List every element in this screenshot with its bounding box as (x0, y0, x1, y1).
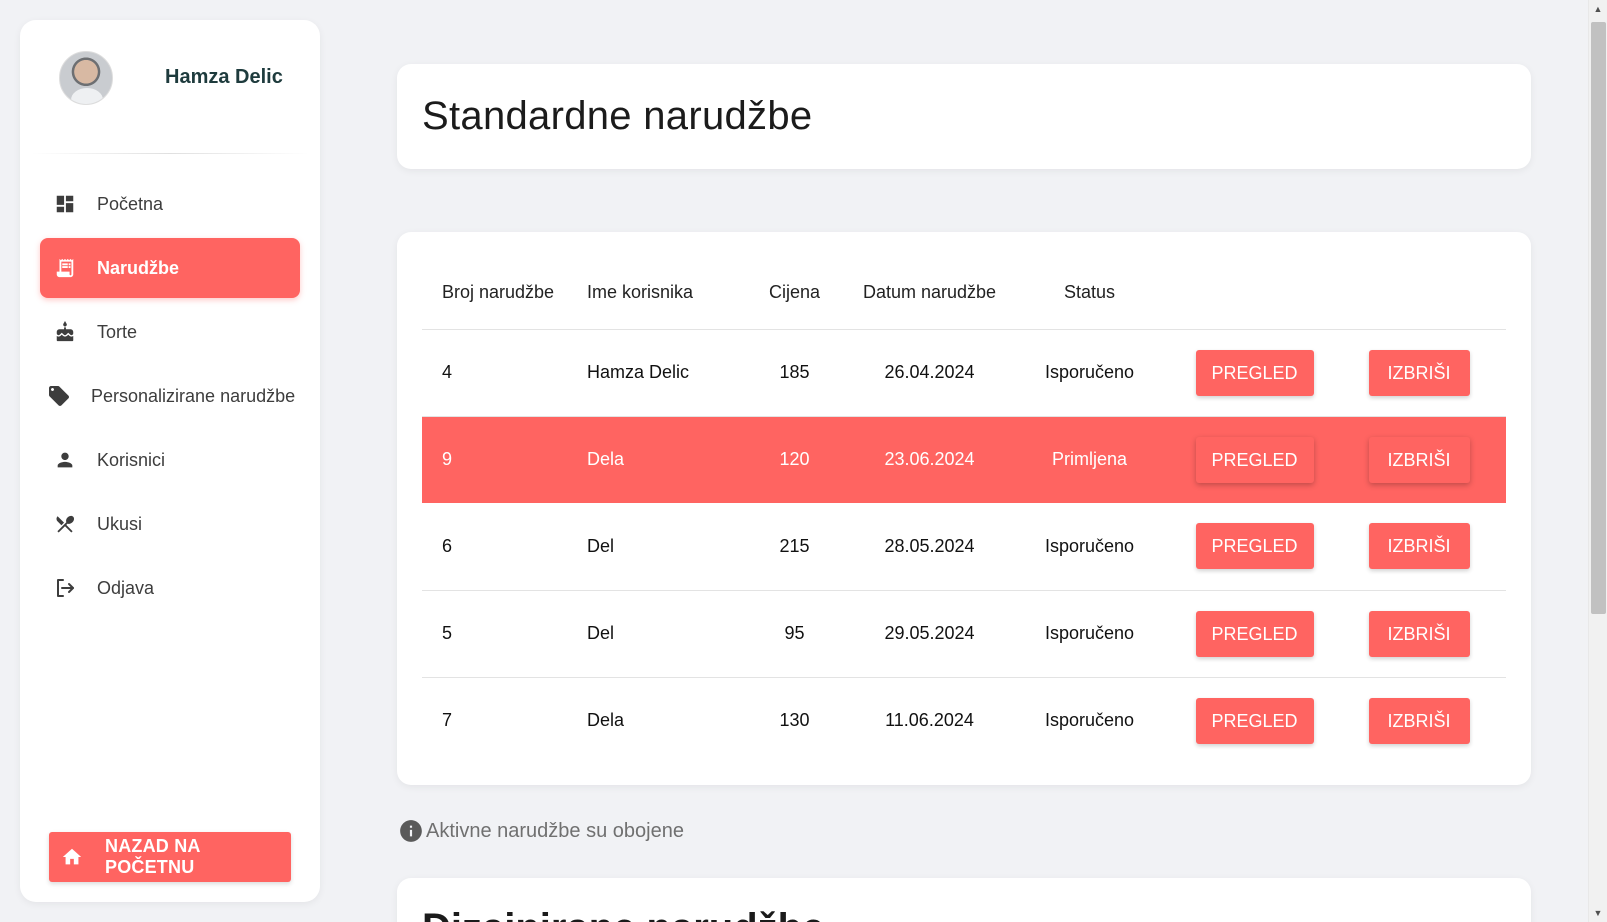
note-text: Aktivne narudžbe su obojene (426, 819, 684, 842)
avatar (59, 50, 113, 105)
order-date: 26.04.2024 (857, 329, 1002, 417)
sidebar-item-pocetna[interactable]: Početna (40, 174, 300, 234)
tag-icon (47, 384, 71, 408)
view-button[interactable]: PREGLED (1195, 523, 1314, 570)
customer-name: Del (587, 590, 732, 678)
sidebar-item-narudzbe[interactable]: Narudžbe (40, 238, 300, 298)
order-number: 9 (442, 449, 453, 470)
view-button[interactable]: PREGLED (1195, 349, 1314, 396)
order-number: 7 (442, 710, 453, 731)
sidebar-item-korisnici[interactable]: Korisnici (40, 430, 300, 490)
scroll-up-icon[interactable]: ▲ (1589, 0, 1607, 18)
order-status: Isporučeno (1044, 710, 1135, 731)
sidebar-item-label: Odjava (97, 577, 155, 598)
order-number: 5 (422, 590, 587, 678)
order-status: Isporučeno (1002, 329, 1177, 417)
order-status: Isporučeno (1002, 503, 1177, 591)
order-date: 29.05.2024 (857, 590, 1002, 678)
cake-icon (53, 320, 77, 344)
order-price: 215 (732, 503, 857, 591)
section-title: Dizajnirane narudžbe (422, 906, 1531, 922)
scroll-down-icon[interactable]: ▼ (1589, 904, 1607, 922)
page-scrollbar[interactable]: ▲ ▼ (1588, 0, 1607, 922)
profile-name: Hamza Delic (165, 66, 283, 88)
sidebar: Hamza Delic Početna Narudžbe Torte Perso… (20, 20, 320, 902)
back-home-label: NAZAD NA POČETNU (105, 836, 200, 877)
sidebar-item-odjava[interactable]: Odjava (40, 558, 300, 618)
profile-header: Hamza Delic (20, 20, 320, 135)
header-card: Standardne narudžbe (397, 64, 1531, 169)
sidebar-item-label: Ukusi (97, 513, 143, 534)
order-date: 28.05.2024 (857, 503, 1002, 591)
column-header-order-number: Broj narudžbe (422, 257, 587, 330)
customer-name: Dela (587, 710, 625, 731)
column-header-order-date: Datum narudžbe (857, 257, 1002, 330)
receipt-icon (53, 256, 77, 280)
delete-button[interactable]: IZBRIŠI (1368, 349, 1470, 396)
column-header-status: Status (1002, 257, 1177, 330)
sidebar-item-label: Početna (97, 193, 164, 214)
orders-table: Broj narudžbe Ime korisnika Cijena Datum… (422, 257, 1506, 764)
sidebar-item-label: Narudžbe (97, 257, 180, 278)
sidebar-nav: Početna Narudžbe Torte Personalizirane n… (20, 174, 320, 618)
sidebar-divider (30, 153, 310, 154)
page-title: Standardne narudžbe (422, 94, 813, 138)
logout-icon (53, 576, 77, 600)
order-status: Primljena (1051, 449, 1128, 470)
table-row[interactable]: 7 Dela 130 11.06.2024 Isporučeno PREGLED… (422, 677, 1506, 764)
order-price: 95 (732, 590, 857, 678)
orders-table-card: Broj narudžbe Ime korisnika Cijena Datum… (397, 232, 1531, 785)
scrollbar-thumb[interactable] (1591, 22, 1606, 614)
active-orders-note: Aktivne narudžbe su obojene (398, 818, 684, 844)
utensils-icon (53, 512, 77, 536)
sidebar-item-torte[interactable]: Torte (40, 302, 300, 362)
order-price: 120 (779, 449, 810, 470)
view-button[interactable]: PREGLED (1195, 697, 1314, 744)
customer-name: Hamza Delic (587, 329, 732, 417)
column-header-actions (1332, 257, 1506, 330)
back-home-button[interactable]: NAZAD NA POČETNU (49, 832, 291, 882)
order-price: 185 (732, 329, 857, 417)
column-header-actions (1177, 257, 1332, 330)
order-number: 4 (422, 329, 587, 417)
delete-button[interactable]: IZBRIŠI (1368, 436, 1470, 483)
customer-name: Dela (587, 449, 625, 470)
sidebar-item-label: Personalizirane narudžbe (91, 385, 296, 406)
order-number: 6 (422, 503, 587, 591)
sidebar-item-label: Torte (97, 321, 138, 342)
order-date: 23.06.2024 (884, 449, 975, 470)
order-status: Isporučeno (1002, 590, 1177, 678)
delete-button[interactable]: IZBRIŠI (1368, 697, 1470, 744)
table-row[interactable]: 6 Del 215 28.05.2024 Isporučeno PREGLED … (422, 503, 1506, 591)
table-row[interactable]: 4 Hamza Delic 185 26.04.2024 Isporučeno … (422, 329, 1506, 417)
person-icon (53, 448, 77, 472)
sidebar-item-ukusi[interactable]: Ukusi (40, 494, 300, 554)
table-row[interactable]: 5 Del 95 29.05.2024 Isporučeno PREGLED I… (422, 590, 1506, 678)
table-header-row: Broj narudžbe Ime korisnika Cijena Datum… (422, 257, 1506, 330)
designed-orders-card: Dizajnirane narudžbe (397, 878, 1531, 922)
view-button[interactable]: PREGLED (1195, 610, 1314, 657)
delete-button[interactable]: IZBRIŠI (1368, 610, 1470, 657)
home-icon (61, 846, 83, 868)
info-icon (398, 818, 424, 844)
column-header-customer-name: Ime korisnika (587, 257, 732, 330)
delete-button[interactable]: IZBRIŠI (1368, 523, 1470, 570)
order-date: 11.06.2024 (885, 710, 974, 731)
sidebar-item-label: Korisnici (97, 449, 166, 470)
customer-name: Del (587, 503, 732, 591)
order-price: 130 (779, 710, 810, 731)
column-header-price: Cijena (732, 257, 857, 330)
table-row-active[interactable]: 9 Dela 120 23.06.2024 Primljena PREGLED … (422, 416, 1506, 503)
sidebar-item-personalizirane[interactable]: Personalizirane narudžbe (40, 366, 300, 426)
view-button[interactable]: PREGLED (1195, 436, 1314, 483)
dashboard-icon (53, 192, 77, 216)
